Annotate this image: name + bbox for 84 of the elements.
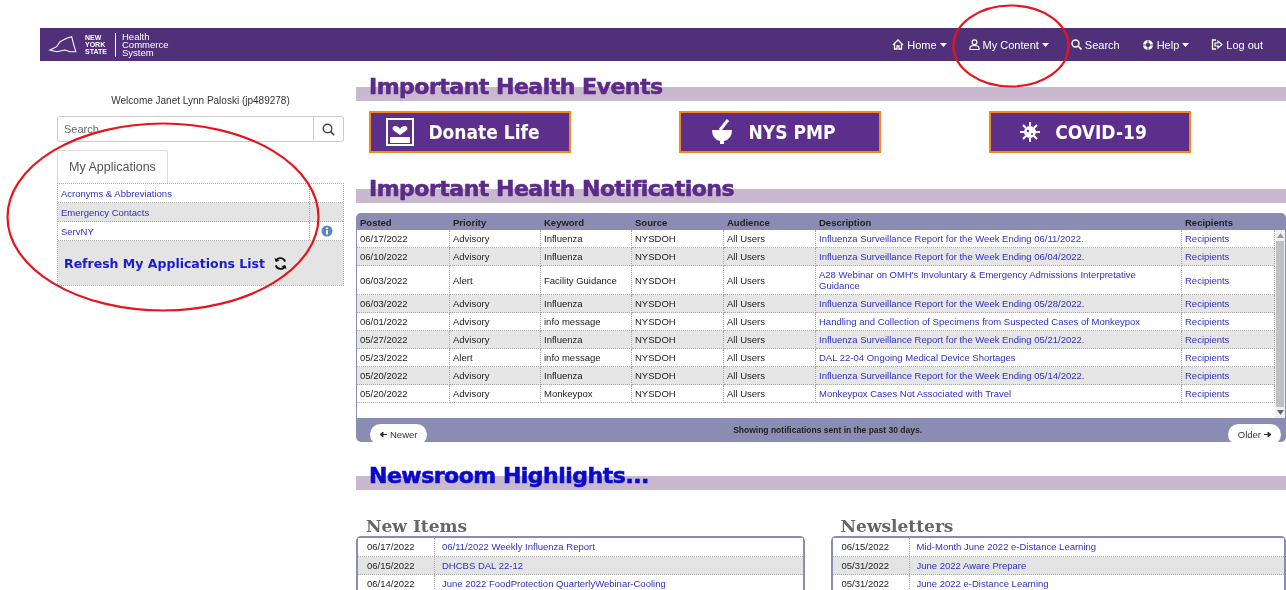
table-link[interactable]: Recipients [1185, 233, 1230, 244]
table-link[interactable]: Recipients [1185, 388, 1230, 399]
table-cell: NYSDOH [632, 385, 724, 403]
news-link[interactable]: June 2022 e-Distance Learning [916, 578, 1049, 590]
heart-badge-icon [386, 118, 415, 146]
caret-icon [1182, 42, 1190, 47]
older-button[interactable]: Older [1227, 424, 1281, 445]
news-link[interactable]: June 2022 FoodProtection QuarterlyWebinar-Cooling [442, 578, 666, 590]
table-link[interactable]: Recipients [1185, 352, 1230, 363]
logout-icon [1211, 39, 1224, 50]
caret-icon [939, 42, 947, 47]
date-cell: 06/14/2022 [358, 575, 435, 590]
table-link[interactable]: Recipients [1185, 316, 1230, 327]
left-arrow-icon [380, 432, 387, 437]
footer-text: Showing notifications sent in the past 30 days. [733, 425, 923, 435]
column-header: Priority [452, 215, 488, 230]
table-link[interactable]: Recipients [1185, 274, 1230, 286]
newer-button[interactable]: Newer [370, 424, 428, 445]
application-link[interactable]: ServNY [58, 222, 310, 240]
event-button[interactable]: NYS PMP [679, 111, 881, 153]
news-link[interactable]: DHCBS DAL 22-12 [442, 559, 523, 571]
column-header: Keyword [543, 215, 586, 230]
scroll-down-icon[interactable] [1276, 410, 1284, 415]
news-link[interactable]: Mid-Month June 2022 e-Distance Learning [916, 541, 1097, 553]
search-button[interactable] [314, 116, 344, 142]
date-cell: 06/15/2022 [358, 556, 435, 574]
table-link[interactable]: Influenza Surveillance Report for the Week Ending 06/11/2022. [819, 233, 1084, 244]
event-button[interactable]: Donate Life [369, 111, 571, 153]
date-cell: 06/15/2022 [832, 538, 910, 556]
column-header: Posted [359, 215, 393, 230]
date-cell: 05/31/2022 [832, 556, 910, 574]
table-link[interactable]: Handling and Collection of Specimens from Suspected Cases of Monkeypox [819, 316, 1141, 327]
nav-link[interactable]: Help [1130, 38, 1201, 51]
table-link[interactable]: Influenza Surveillance Report for the Week Ending 05/21/2022. [819, 334, 1085, 345]
mortar-pestle-icon [710, 118, 735, 146]
right-arrow-icon [1264, 432, 1271, 437]
nav-link[interactable]: Log out [1200, 38, 1274, 51]
list-title: New Items [365, 516, 469, 536]
table-link[interactable]: A28 Webinar on OMH's Involuntary & Emergency Admissions Interpretative Guidance [819, 269, 1178, 291]
news-link[interactable]: June 2022 Aware Prepare [916, 559, 1027, 571]
nav-link[interactable]: Search [1059, 38, 1131, 51]
nav-link[interactable]: Home [881, 38, 958, 51]
table-link[interactable]: Recipients [1185, 334, 1230, 345]
home-icon [892, 39, 905, 50]
table-cell: Advisory [450, 385, 541, 403]
table-link[interactable]: Influenza Surveillance Report for the Week Ending 05/14/2022. [819, 370, 1085, 381]
welcome-text: Welcome Janet Lynn Paloski (jp489278) [110, 95, 291, 106]
nav-link[interactable]: My Content [957, 38, 1060, 51]
caret-icon [1041, 42, 1049, 47]
date-cell: 05/31/2022 [832, 575, 910, 590]
list-title: Newsletters [839, 516, 955, 536]
info-icon[interactable] [320, 225, 333, 237]
table-link[interactable]: Recipients [1185, 370, 1230, 381]
virus-icon [1019, 121, 1042, 143]
search-icon [1070, 39, 1082, 50]
section-heading: Important Health Notifications [368, 175, 736, 203]
table-cell: 05/20/2022 [357, 385, 450, 403]
table-link[interactable]: Monkeypox Cases Not Associated with Travel [819, 388, 1012, 399]
tab[interactable]: My Applications [57, 150, 168, 183]
refresh-link[interactable]: Refresh My Applications List [64, 255, 265, 271]
table-link[interactable]: Recipients [1185, 298, 1230, 309]
table-link[interactable]: Recipients [1185, 251, 1230, 262]
event-button[interactable]: COVID-19 [989, 111, 1191, 153]
table-cell: Monkeypox [541, 385, 632, 403]
date-cell: 06/17/2022 [358, 538, 435, 556]
table-cell: All Users [724, 385, 816, 403]
table-link[interactable]: DAL 22-04 Ongoing Medical Device Shortages [819, 352, 1016, 363]
application-link[interactable]: Acronyms & Abbreviations [58, 184, 310, 202]
user-icon [968, 39, 980, 50]
refresh-icon[interactable] [273, 255, 288, 271]
column-header: Source [634, 215, 669, 230]
lifebuoy-icon [1141, 38, 1154, 51]
search-field[interactable]: Search [57, 116, 314, 142]
news-link[interactable]: 06/11/2022 Weekly Influenza Report [442, 541, 595, 553]
section-heading: Important Health Events [368, 73, 664, 101]
search-icon [322, 122, 335, 136]
table-link[interactable]: Influenza Surveillance Report for the Week Ending 06/04/2022. [819, 251, 1085, 262]
table-link[interactable]: Influenza Surveillance Report for the Week Ending 05/28/2022. [819, 298, 1085, 309]
logo-title: Health Commerce System [122, 32, 170, 57]
section-heading: Newsroom Highlights... [368, 462, 650, 490]
column-header: Audience [726, 215, 771, 230]
column-header: Description [818, 215, 873, 230]
scrollbar[interactable] [1275, 230, 1285, 418]
column-header: Recipients [1184, 215, 1235, 230]
